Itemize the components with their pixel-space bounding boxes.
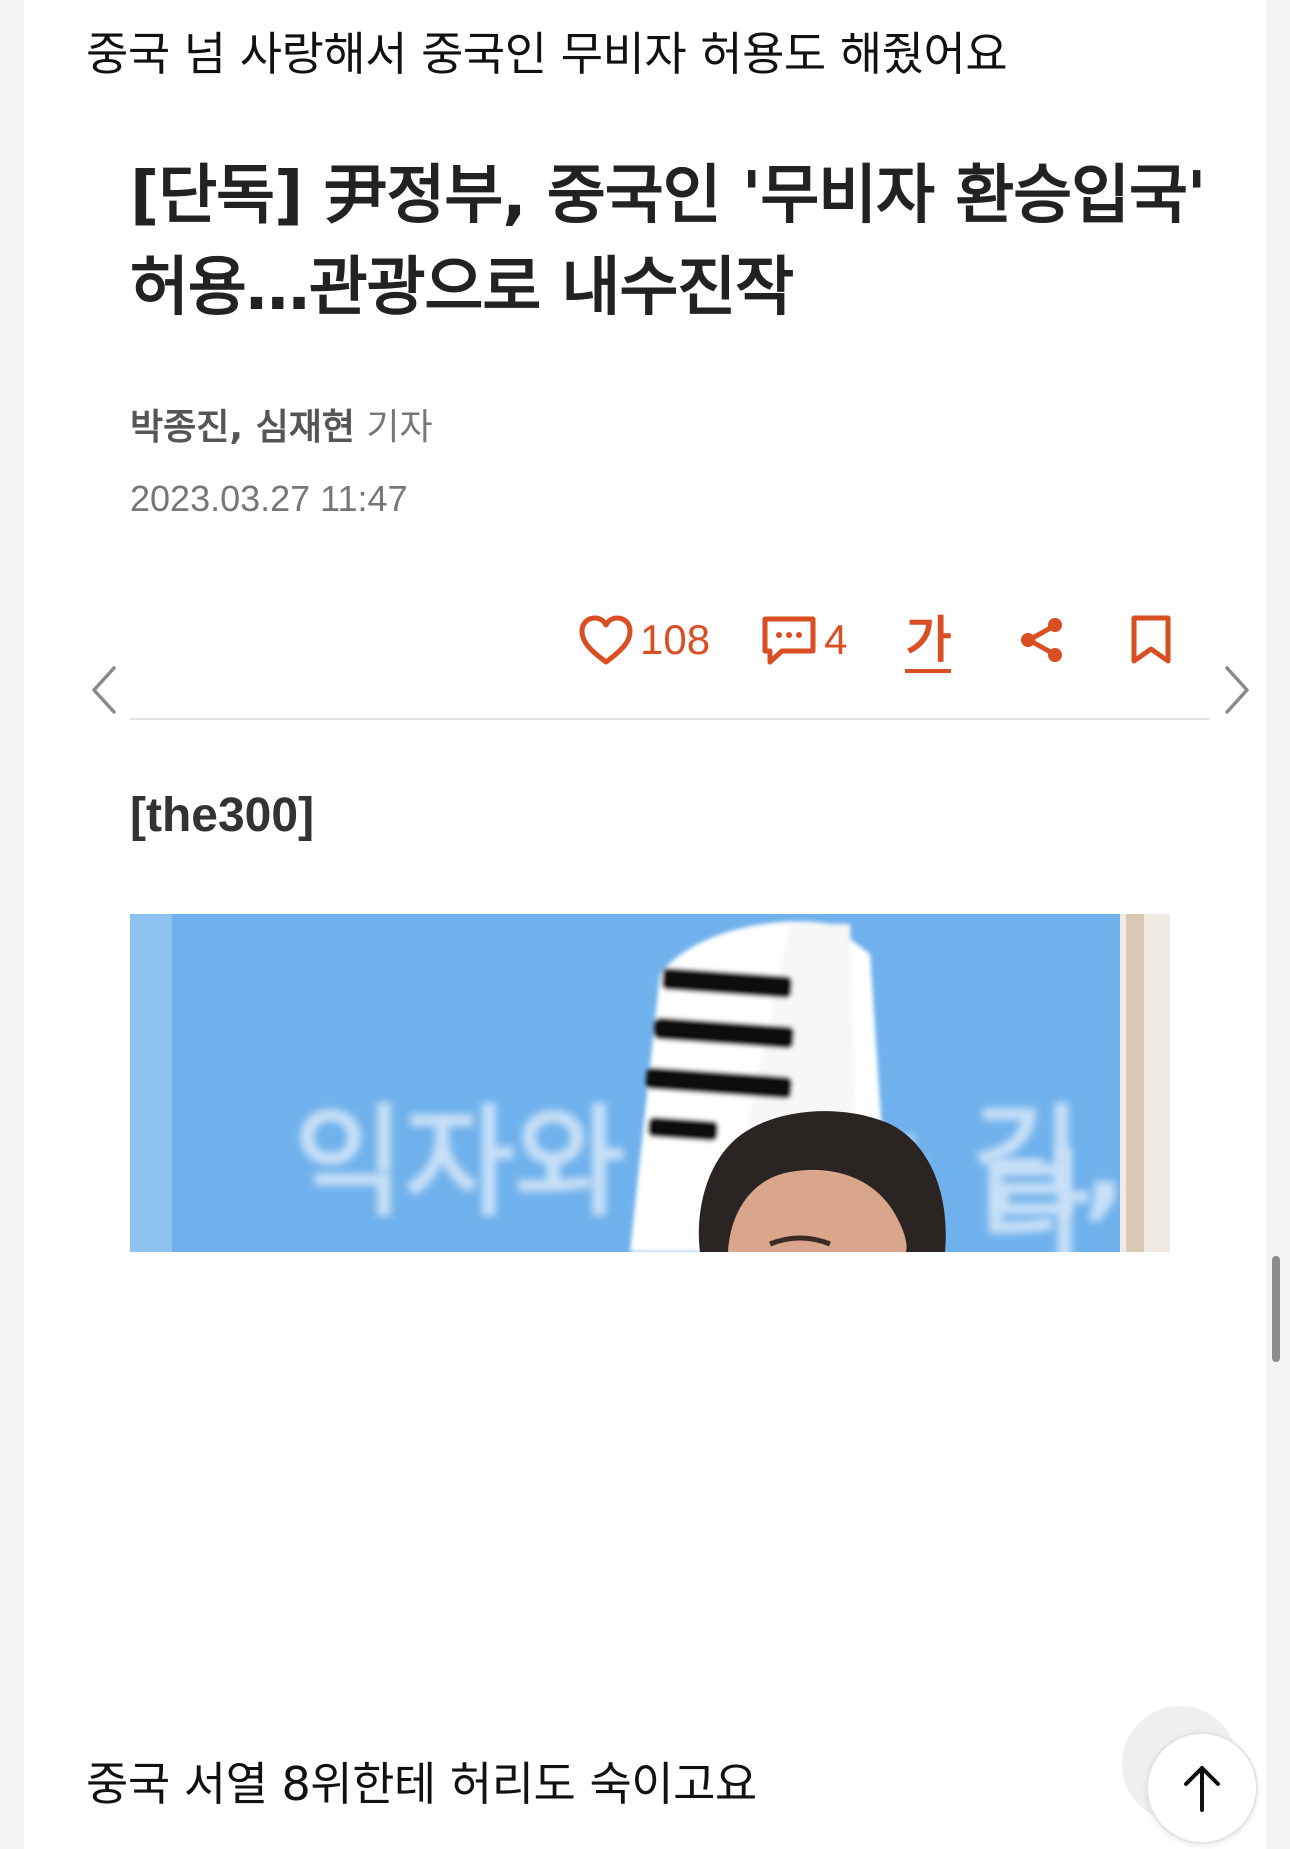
article-photo: 익자와 동 는 길, 다	[130, 914, 1170, 1252]
author-names: 박종진, 심재현	[130, 407, 355, 448]
scroll-to-top-button[interactable]	[1146, 1732, 1258, 1844]
divider	[130, 718, 1210, 720]
article-date: 2023.03.27 11:47	[130, 478, 408, 519]
chevron-right-icon	[1225, 666, 1249, 714]
bookmark-icon	[1131, 615, 1171, 664]
prev-button[interactable]	[86, 662, 122, 722]
font-size-icon: 가	[905, 611, 952, 673]
comment-button[interactable]: 4	[760, 614, 847, 666]
like-button[interactable]: 108	[578, 614, 710, 666]
page: 중국 넘 사랑해서 중국인 무비자 허용도 해줬어요 [단독] 尹정부, 중국인…	[24, 0, 1266, 1849]
share-button[interactable]	[1017, 615, 1067, 665]
post-caption-bottom: 중국 서열 8위한테 허리도 숙이고요	[86, 1757, 757, 1811]
share-icon	[1021, 618, 1063, 662]
comment-count: 4	[824, 616, 848, 663]
section-tag: [the300]	[130, 789, 315, 842]
post-caption-top: 중국 넘 사랑해서 중국인 무비자 허용도 해줬어요	[86, 27, 1008, 81]
scrollbar-thumb[interactable]	[1272, 1256, 1280, 1362]
byline: 박종진, 심재현 기자	[130, 398, 433, 450]
author-role: 기자	[366, 407, 433, 448]
article-action-bar: 108 4 가	[578, 608, 1173, 673]
article-headline: [단독] 尹정부, 중국인 '무비자 환승입국' 허용…관광으로 내수진작	[130, 159, 1206, 325]
bookmark-button[interactable]	[1129, 614, 1173, 666]
chevron-left-icon	[92, 666, 116, 714]
heart-icon	[579, 615, 633, 665]
like-count: 108	[640, 616, 711, 663]
font-size-button[interactable]: 가	[905, 611, 952, 673]
svg-text:다: 다	[980, 1139, 1090, 1252]
comment-icon	[762, 616, 816, 665]
arrow-up-icon	[1184, 1766, 1220, 1812]
next-button[interactable]	[1219, 662, 1255, 722]
